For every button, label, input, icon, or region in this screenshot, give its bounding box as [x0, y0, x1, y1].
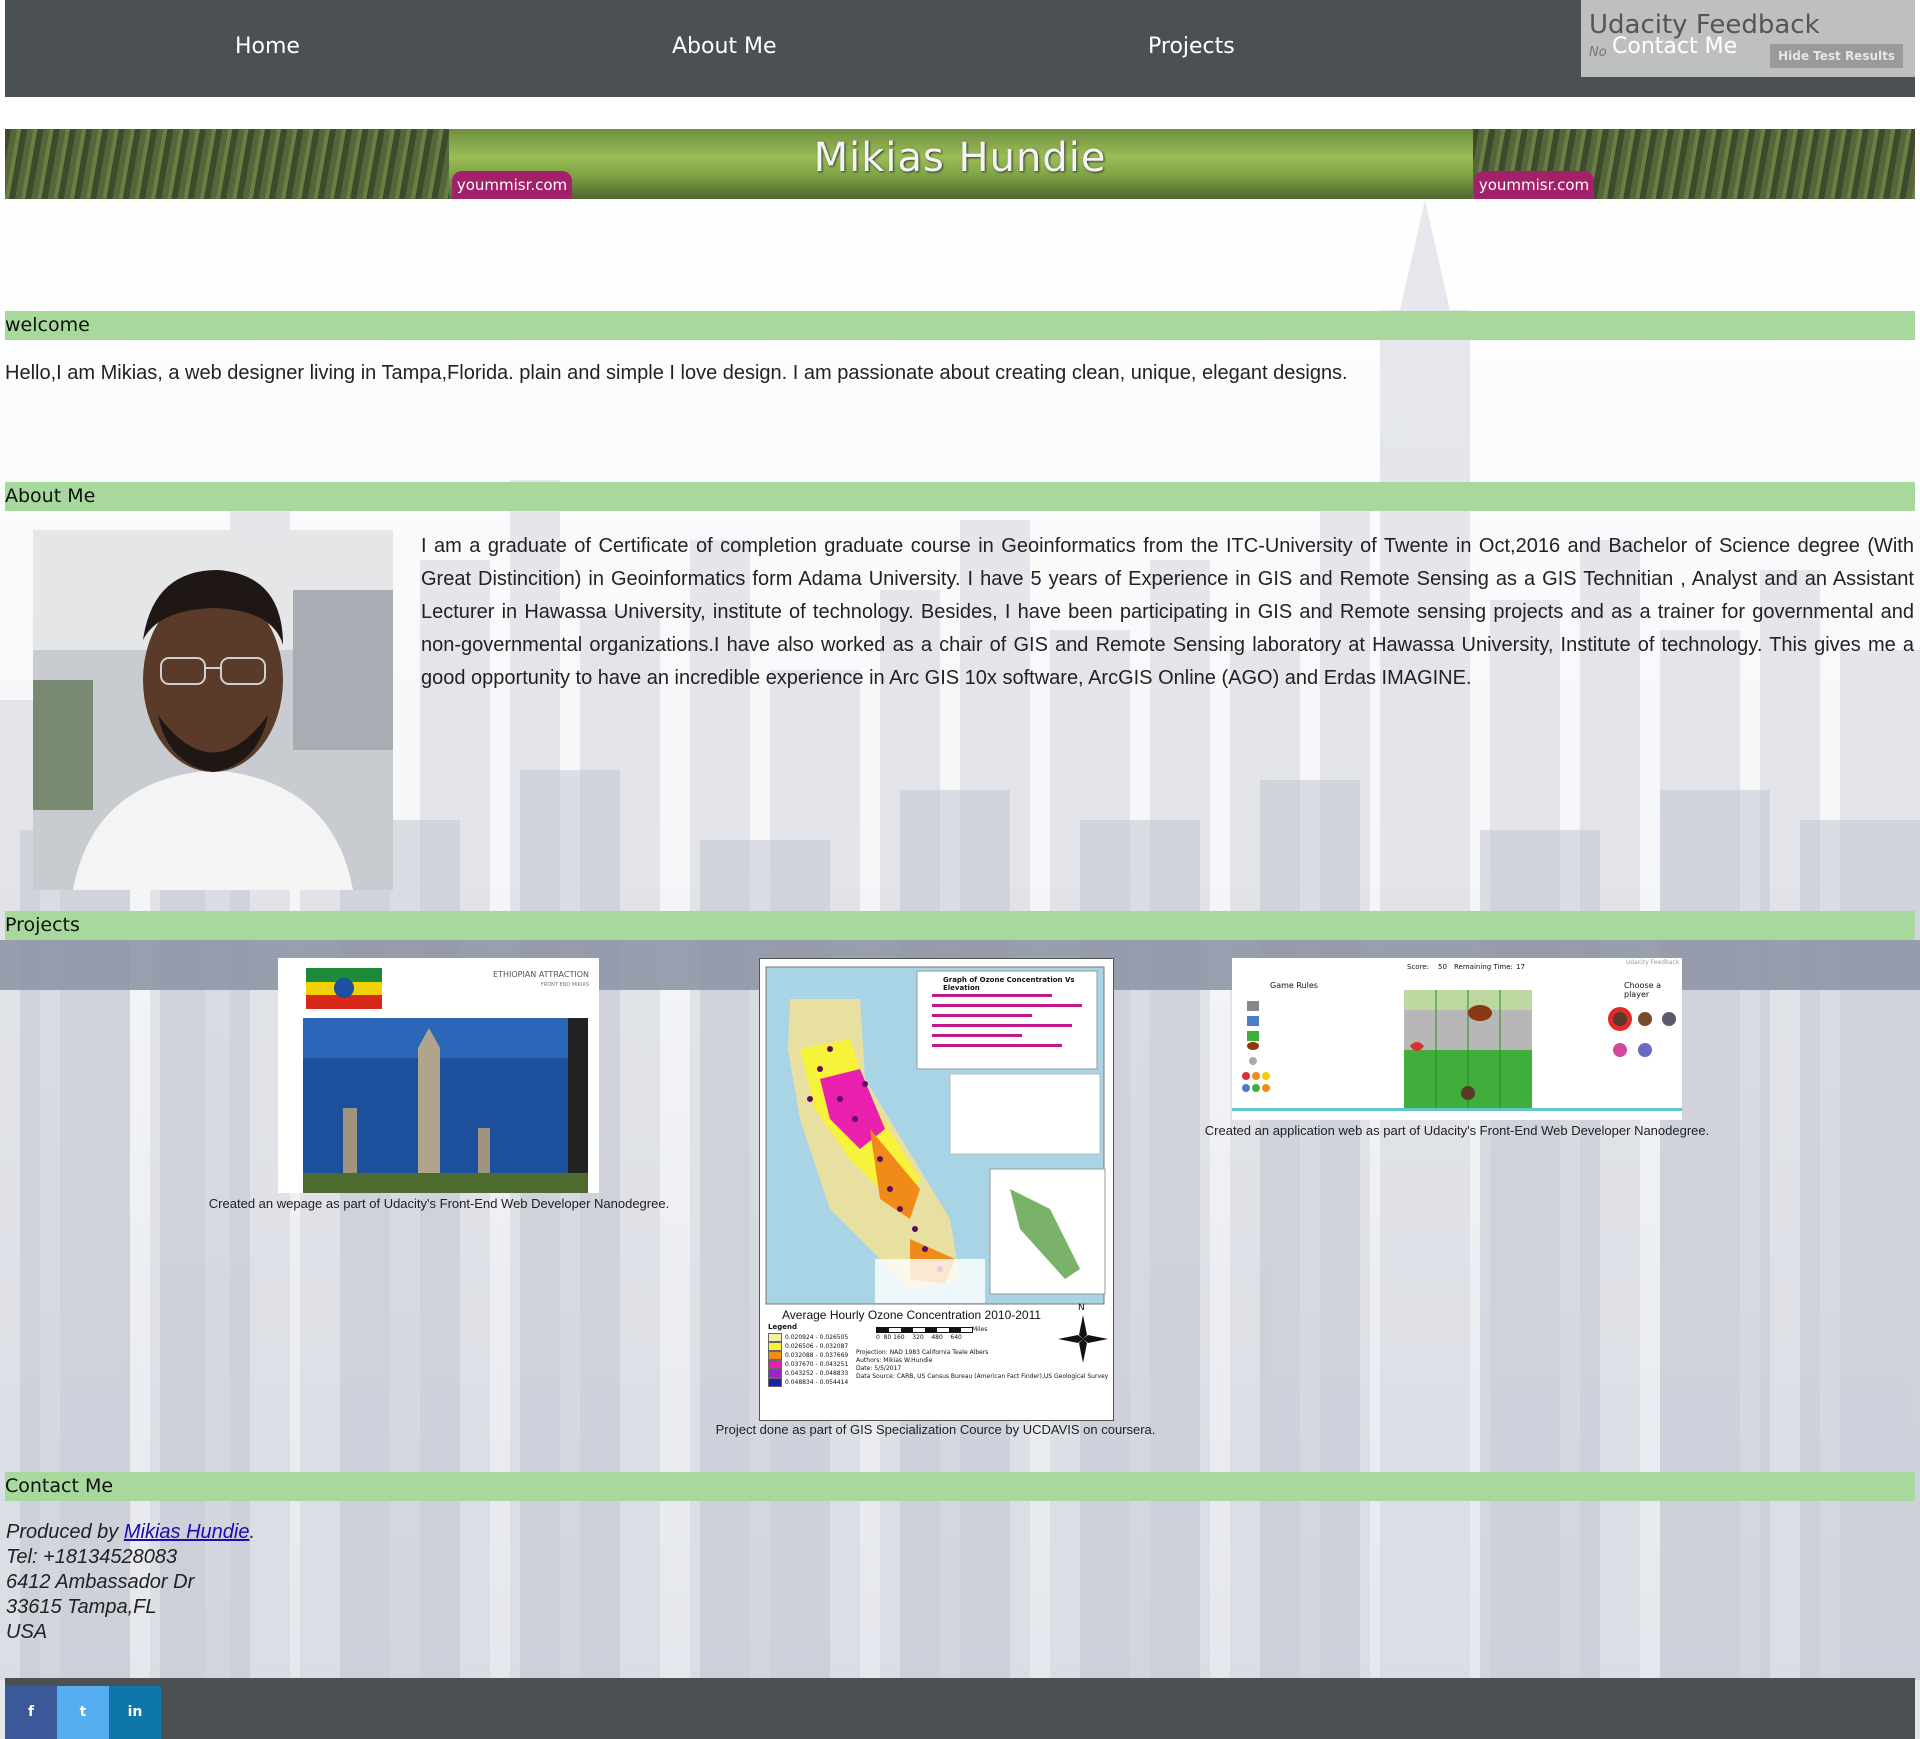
nav-about-link[interactable]: About Me [672, 34, 777, 59]
contact-info: Produced by Mikias Hundie. Tel: +1813452… [6, 1520, 255, 1645]
project3-caption: Created an application web as part of Ud… [1204, 1123, 1710, 1138]
game-choose-player-title: Choose a player [1624, 981, 1661, 999]
projects-heading: Projects [5, 914, 80, 936]
ozone-legend-label: 0.043252 - 0.048833 [785, 1370, 849, 1377]
profile-photo [33, 530, 393, 890]
ozone-legend-item: 0.048834 - 0.054414 [768, 1378, 848, 1387]
project1-thumb-sub: FRONT END MIKIAS [540, 982, 589, 988]
ozone-scale-bar [876, 1327, 973, 1333]
game-score-value: 50 [1438, 963, 1447, 971]
welcome-heading: welcome [5, 314, 90, 336]
ozone-projection: Projection: NAD 1983 California Teale Al… [856, 1349, 989, 1356]
about-text: I am a graduate of Certificate of comple… [421, 535, 1914, 689]
ozone-legend-label: 0.048834 - 0.054414 [785, 1379, 849, 1386]
linkedin-icon[interactable]: in [109, 1686, 161, 1739]
nav-projects-link[interactable]: Projects [1148, 34, 1235, 59]
site-title: Mikias Hundie [813, 135, 1107, 181]
ozone-legend-label: 0.020924 - 0.026505 [785, 1334, 849, 1341]
ozone-legend-item: 0.043252 - 0.048833 [768, 1369, 848, 1378]
project-ozone-map-thumb[interactable]: Graph of Ozone Concentration Vs Elevatio… [759, 958, 1114, 1421]
ozone-map-title: Average Hourly Ozone Concentration 2010-… [782, 1308, 1042, 1322]
ozone-legend-item: 0.032088 - 0.037669 [768, 1351, 848, 1360]
ozone-legend-swatch [768, 1351, 782, 1360]
produced-by-prefix: Produced by [6, 1521, 124, 1543]
ozone-legend-title: Legend [768, 1323, 797, 1331]
game-time-label: Remaining Time: [1454, 963, 1513, 971]
ozone-legend-label: 0.037670 - 0.043251 [785, 1361, 849, 1368]
about-section-bar: About Me [5, 482, 1915, 511]
produced-by-suffix: . [249, 1521, 256, 1543]
produced-by-line: Produced by Mikias Hundie. [6, 1520, 255, 1545]
ozone-authors: Authors: Mikias W.Hundie [856, 1357, 933, 1364]
ozone-legend-swatch [768, 1378, 782, 1387]
game-score-label: Score: [1407, 963, 1429, 971]
projects-section-bar: Projects [5, 911, 1915, 940]
twitter-icon[interactable]: t [57, 1686, 109, 1739]
welcome-section-bar: welcome [5, 311, 1915, 340]
ozone-legend-swatch [768, 1342, 782, 1351]
game-mini-feedback: Udacity Feedback [1626, 959, 1680, 966]
welcome-text: Hello,I am Mikias, a web designer living… [5, 362, 1348, 384]
nav-contact-overlay-link[interactable]: Contact Me [1612, 34, 1737, 59]
project1-caption: Created an wepage as part of Udacity's F… [208, 1196, 670, 1211]
footer-bar [5, 1678, 1915, 1739]
header-banner: Mikias Hundie yoummisr.com yoummisr.com [5, 129, 1915, 199]
ozone-legend-swatch [768, 1369, 782, 1378]
ozone-legend: 0.020924 - 0.026505 0.026506 - 0.032087 0.… [768, 1333, 848, 1387]
ozone-scale-ticks: 0 80 160 320 480 640 [876, 1334, 962, 1341]
ozone-source: Data Source: CARB, US Census Bureau (Ame… [856, 1373, 1109, 1380]
ozone-legend-swatch [768, 1333, 782, 1342]
banner-watermark-right: yoummisr.com [1474, 171, 1594, 199]
ozone-legend-item: 0.026506 - 0.032087 [768, 1342, 848, 1351]
contact-address-line1: 6412 Ambassador Dr [6, 1571, 195, 1593]
about-heading: About Me [5, 485, 96, 507]
ozone-legend-label: 0.026506 - 0.032087 [785, 1343, 849, 1350]
contact-tel: Tel: +18134528083 [6, 1546, 178, 1568]
contact-section-bar: Contact Me [5, 1472, 1915, 1501]
contact-address-line2: 33615 Tampa,FL [6, 1596, 157, 1618]
contact-country: USA [6, 1621, 48, 1643]
banner-watermark-left: yoummisr.com [452, 171, 572, 199]
project1-thumb-header: ETHIOPIAN ATTRACTION [493, 970, 589, 979]
ozone-chart-title: Graph of Ozone Concentration Vs Elevatio… [943, 976, 1075, 992]
feedback-subtitle: No [1589, 45, 1607, 60]
game-rules-title: Game Rules [1270, 981, 1318, 990]
ozone-legend-item: 0.020924 - 0.026505 [768, 1333, 848, 1342]
author-link[interactable]: Mikias Hundie [124, 1521, 250, 1543]
facebook-icon[interactable]: f [5, 1686, 57, 1739]
project2-caption: Project done as part of GIS Specializati… [715, 1422, 1156, 1437]
ozone-legend-item: 0.037670 - 0.043251 [768, 1360, 848, 1369]
ozone-legend-label: 0.032088 - 0.037669 [785, 1352, 849, 1359]
hide-test-results-button[interactable]: Hide Test Results [1770, 44, 1903, 68]
game-time-value: 17 [1516, 963, 1525, 971]
ozone-date: Date: 5/5/2017 [856, 1365, 902, 1372]
project-ethiopian-attraction-thumb[interactable]: ETHIOPIAN ATTRACTION FRONT END MIKIAS [278, 958, 599, 1193]
project-arcade-game-thumb[interactable]: Score: 50 Remaining Time: 17 Game Rules … [1232, 958, 1682, 1120]
north-arrow-icon [1058, 1315, 1108, 1363]
ozone-legend-swatch [768, 1360, 782, 1369]
contact-heading: Contact Me [5, 1475, 114, 1497]
nav-home-link[interactable]: Home [235, 34, 300, 59]
ozone-scale-label: Miles [972, 1326, 988, 1333]
north-arrow-label: N [1078, 1303, 1085, 1313]
